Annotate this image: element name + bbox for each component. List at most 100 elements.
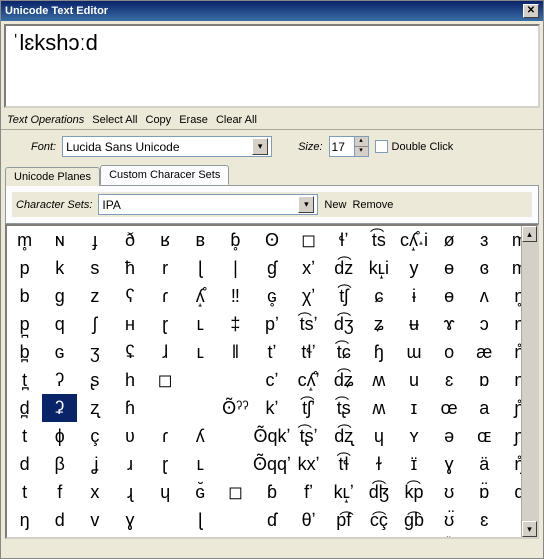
char-cell[interactable]: ə — [432, 422, 467, 450]
remove-charset-button[interactable]: Remove — [352, 199, 393, 211]
char-cell[interactable]: ʌ — [467, 282, 502, 310]
char-cell[interactable]: c — [42, 534, 77, 539]
char-cell[interactable]: kʟ̝ʼ — [326, 478, 361, 506]
char-cell[interactable]: kxʼ — [291, 450, 326, 478]
char-cell[interactable]: ɪ — [396, 394, 431, 422]
char-cell[interactable]: ʍ — [361, 366, 396, 394]
char-cell[interactable]: ʎ̝̊ — [183, 282, 218, 310]
char-cell[interactable]: ɔ — [467, 310, 502, 338]
char-cell[interactable]: ʕ — [112, 282, 147, 310]
char-cell[interactable]: d — [7, 450, 42, 478]
char-cell[interactable]: c͡ç — [361, 506, 396, 534]
char-cell[interactable]: d͡ʑ — [326, 366, 361, 394]
spinner-up-icon[interactable]: ▴ — [355, 137, 368, 147]
char-cell[interactable]: ʋ — [112, 422, 147, 450]
char-cell[interactable] — [183, 394, 218, 422]
char-cell[interactable]: ʝ — [77, 450, 112, 478]
char-cell[interactable]: œ — [467, 534, 502, 539]
char-cell[interactable]: ʒ — [77, 338, 112, 366]
char-cell[interactable]: g — [42, 282, 77, 310]
char-cell[interactable]: ɻ — [112, 478, 147, 506]
char-cell[interactable]: ɸ — [42, 422, 77, 450]
char-cell[interactable]: ʐ — [77, 394, 112, 422]
char-cell[interactable]: æ — [467, 338, 502, 366]
char-cell[interactable]: ʟ — [183, 450, 218, 478]
char-cell[interactable]: ɒ̈ — [467, 478, 502, 506]
char-cell[interactable]: p̪ — [7, 310, 42, 338]
char-cell[interactable]: ɯ̽ — [432, 534, 467, 539]
char-cell[interactable]: b͡v — [326, 534, 361, 539]
char-cell[interactable]: t — [7, 478, 42, 506]
char-cell[interactable]: | — [218, 254, 253, 282]
char-cell[interactable]: u — [396, 366, 431, 394]
char-cell[interactable]: d͡ɮ — [361, 478, 396, 506]
char-cell[interactable]: t̪ — [7, 366, 42, 394]
char-cell[interactable]: ʉ — [396, 310, 431, 338]
char-cell[interactable]: ʏ — [396, 422, 431, 450]
char-cell[interactable]: ɢ̥ — [253, 282, 291, 310]
char-cell[interactable]: r — [148, 254, 183, 282]
char-cell[interactable]: ɾ — [148, 422, 183, 450]
char-cell[interactable]: ŋ — [7, 506, 42, 534]
char-cell[interactable]: ɵ — [432, 254, 467, 282]
char-cell[interactable] — [148, 506, 183, 534]
char-cell[interactable]: ɞ — [467, 254, 502, 282]
character-set-combo[interactable]: IPA ▾ — [98, 194, 318, 215]
char-cell[interactable]: χ — [112, 534, 147, 539]
char-cell[interactable]: ɗ — [253, 506, 291, 534]
double-click-checkbox[interactable]: Double Click — [375, 140, 454, 153]
char-cell[interactable]: ʡ — [42, 394, 77, 422]
char-cell[interactable]: ʃ — [77, 310, 112, 338]
char-cell[interactable]: ɢ — [42, 338, 77, 366]
char-cell[interactable]: ʑ — [361, 310, 396, 338]
char-cell[interactable]: ʊ — [432, 478, 467, 506]
char-cell[interactable]: ɨ — [396, 282, 431, 310]
char-cell[interactable]: θʼ — [291, 506, 326, 534]
char-cell[interactable]: t͡ʃ — [326, 282, 361, 310]
char-cell[interactable]: cʼ — [253, 366, 291, 394]
char-cell[interactable]: ɽ — [148, 310, 183, 338]
char-cell[interactable] — [218, 422, 253, 450]
char-cell[interactable]: ɗ̥ — [218, 534, 253, 539]
char-cell[interactable]: ɭ — [183, 506, 218, 534]
char-cell[interactable]: j — [148, 534, 183, 539]
char-cell[interactable]: t͡ɬ — [326, 450, 361, 478]
tab-custom-char-sets[interactable]: Custom Characer Sets — [100, 165, 229, 185]
char-cell[interactable]: θ — [77, 534, 112, 539]
size-input[interactable] — [329, 136, 355, 157]
char-cell[interactable]: d͡ʐ — [326, 422, 361, 450]
char-cell[interactable]: ʊ̈ — [432, 506, 467, 534]
char-cell[interactable]: o — [432, 338, 467, 366]
char-cell[interactable]: l̥ — [183, 534, 218, 539]
char-cell[interactable]: ɓ — [253, 478, 291, 506]
char-cell[interactable]: ɴ — [42, 226, 77, 254]
char-cell[interactable]: ◻ — [218, 478, 253, 506]
char-cell[interactable]: ɵ — [432, 282, 467, 310]
char-cell[interactable]: xʼ — [291, 254, 326, 282]
tab-unicode-planes[interactable]: Unicode Planes — [5, 167, 100, 186]
erase-button[interactable]: Erase — [179, 114, 208, 126]
editor-textarea[interactable]: ˈlɛkshɔːd — [4, 24, 540, 108]
char-cell[interactable]: ɪ̈ — [396, 450, 431, 478]
char-cell[interactable]: ɯ — [396, 338, 431, 366]
char-cell[interactable]: ʘ̃qqʼ — [253, 450, 291, 478]
char-cell[interactable]: ɣ — [112, 506, 147, 534]
char-cell[interactable]: ɕ — [361, 282, 396, 310]
char-cell[interactable]: ʟ — [183, 338, 218, 366]
char-cell[interactable]: ɟ͡ʝ — [361, 534, 396, 539]
char-cell[interactable]: ɟ — [77, 226, 112, 254]
char-cell[interactable]: ‖ — [218, 338, 253, 366]
char-cell[interactable]: b — [7, 282, 42, 310]
char-cell[interactable]: ð — [112, 226, 147, 254]
char-cell[interactable]: ʍ — [361, 394, 396, 422]
char-cell[interactable]: p — [7, 254, 42, 282]
char-cell[interactable]: f — [42, 478, 77, 506]
char-cell[interactable]: b̪ — [7, 338, 42, 366]
char-cell[interactable]: pʼ — [253, 310, 291, 338]
char-cell[interactable]: h — [112, 366, 147, 394]
char-cell[interactable]: cʎ̝̊ʼ — [291, 366, 326, 394]
select-all-button[interactable]: Select All — [92, 114, 137, 126]
char-cell[interactable]: sʼ — [291, 534, 326, 539]
char-cell[interactable]: ɴ̥ — [7, 534, 42, 539]
copy-button[interactable]: Copy — [146, 114, 172, 126]
